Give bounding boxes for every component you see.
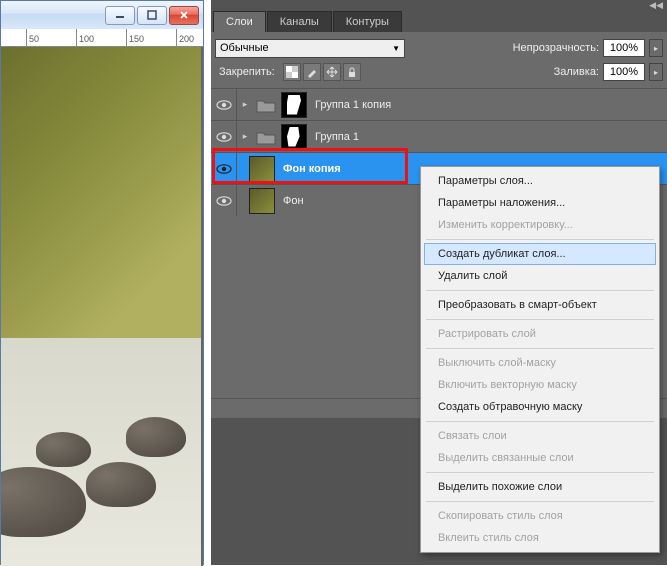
opacity-label: Непрозрачность: — [513, 42, 599, 54]
lock-icon — [346, 66, 358, 78]
ctx-edit-adjustment: Изменить корректировку... — [424, 214, 656, 236]
layer-name[interactable]: Фон копия — [283, 163, 341, 175]
fill-flyout-button[interactable]: ▸ — [649, 63, 663, 81]
folder-icon — [255, 96, 277, 114]
expand-toggle[interactable]: ▸ — [237, 99, 253, 110]
separator — [426, 348, 654, 349]
eye-icon — [216, 131, 232, 143]
panel-tabs: Слои Каналы Контуры — [211, 10, 667, 32]
ctx-enable-vector-mask: Включить векторную маску — [424, 374, 656, 396]
lock-label: Закрепить: — [219, 66, 275, 78]
visibility-toggle[interactable] — [211, 185, 237, 216]
ctx-link-layers: Связать слои — [424, 425, 656, 447]
ctx-layer-properties[interactable]: Параметры слоя... — [424, 170, 656, 192]
ruler-horizontal: 50 100 150 200 — [1, 29, 203, 47]
maximize-button[interactable] — [137, 6, 167, 25]
tab-channels[interactable]: Каналы — [267, 11, 332, 32]
separator — [426, 472, 654, 473]
ruler-tick: 100 — [76, 29, 94, 47]
blend-mode-dropdown[interactable]: Обычные ▼ — [215, 39, 405, 58]
mask-thumbnail[interactable] — [281, 124, 307, 150]
collapse-arrows-icon: ◀◀ — [649, 0, 663, 11]
opacity-flyout-button[interactable]: ▸ — [649, 39, 663, 57]
mask-thumbnail[interactable] — [281, 92, 307, 118]
ctx-create-clipping-mask[interactable]: Создать обтравочную маску — [424, 396, 656, 418]
ctx-delete-layer[interactable]: Удалить слой — [424, 265, 656, 287]
lock-position-button[interactable] — [323, 63, 341, 81]
separator — [426, 501, 654, 502]
close-button[interactable] — [169, 6, 199, 25]
minimize-icon — [115, 10, 125, 20]
ctx-duplicate-layer[interactable]: Создать дубликат слоя... — [424, 243, 656, 265]
blend-mode-value: Обычные — [220, 42, 269, 54]
visibility-toggle[interactable] — [211, 121, 237, 152]
folder-icon — [255, 128, 277, 146]
lock-pixels-button[interactable] — [303, 63, 321, 81]
ctx-copy-layer-style: Скопировать стиль слоя — [424, 505, 656, 527]
canvas-image — [1, 47, 201, 566]
tab-layers[interactable]: Слои — [213, 11, 266, 32]
ctx-paste-layer-style: Вклеить стиль слоя — [424, 527, 656, 549]
lock-all-button[interactable] — [343, 63, 361, 81]
layer-context-menu: Параметры слоя... Параметры наложения...… — [420, 166, 660, 553]
eye-icon — [216, 99, 232, 111]
ctx-convert-smart-object[interactable]: Преобразовать в смарт-объект — [424, 294, 656, 316]
titlebar — [1, 1, 203, 29]
document-window: 50 100 150 200 — [0, 0, 204, 565]
fill-input[interactable]: 100% — [603, 63, 645, 81]
expand-toggle[interactable]: ▸ — [237, 131, 253, 142]
panel-collapse-bar[interactable]: ◀◀ — [211, 0, 667, 10]
ctx-blending-options[interactable]: Параметры наложения... — [424, 192, 656, 214]
ctx-select-similar[interactable]: Выделить похожие слои — [424, 476, 656, 498]
opacity-input[interactable]: 100% — [603, 39, 645, 57]
separator — [426, 290, 654, 291]
chevron-down-icon: ▼ — [392, 44, 400, 53]
ruler-tick: 150 — [126, 29, 144, 47]
layer-name[interactable]: Группа 1 — [315, 131, 359, 143]
separator — [426, 421, 654, 422]
ctx-rasterize: Растрировать слой — [424, 323, 656, 345]
layer-row-group-copy[interactable]: ▸ Группа 1 копия — [211, 88, 667, 120]
separator — [426, 319, 654, 320]
close-icon — [179, 10, 189, 20]
brush-icon — [306, 66, 318, 78]
ctx-disable-layer-mask: Выключить слой-маску — [424, 352, 656, 374]
layer-thumbnail[interactable] — [249, 188, 275, 214]
minimize-button[interactable] — [105, 6, 135, 25]
visibility-toggle[interactable] — [211, 153, 237, 184]
document-canvas[interactable] — [1, 47, 203, 566]
fill-label: Заливка: — [554, 66, 599, 78]
ruler-tick: 50 — [26, 29, 39, 47]
lock-transparency-button[interactable] — [283, 63, 301, 81]
eye-icon — [216, 195, 232, 207]
panel-controls: Обычные ▼ Непрозрачность: 100% ▸ Закрепи… — [211, 32, 667, 88]
tab-paths[interactable]: Контуры — [333, 11, 402, 32]
ruler-tick: 200 — [176, 29, 194, 47]
checker-icon — [286, 66, 298, 78]
visibility-toggle[interactable] — [211, 89, 237, 120]
layer-row-group[interactable]: ▸ Группа 1 — [211, 120, 667, 152]
eye-icon — [216, 163, 232, 175]
layer-name[interactable]: Группа 1 копия — [315, 99, 391, 111]
separator — [426, 239, 654, 240]
layer-name[interactable]: Фон — [283, 195, 304, 207]
layer-thumbnail[interactable] — [249, 156, 275, 182]
ctx-select-linked: Выделить связанные слои — [424, 447, 656, 469]
move-icon — [326, 66, 338, 78]
maximize-icon — [147, 10, 157, 20]
